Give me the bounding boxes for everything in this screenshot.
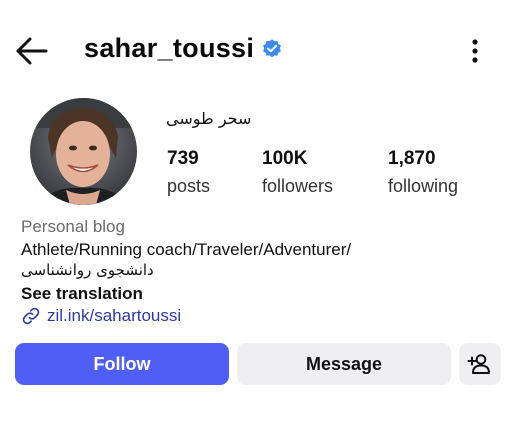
add-person-icon (467, 354, 490, 374)
posts-label: posts (167, 176, 211, 196)
see-translation-link[interactable]: See translation (21, 284, 143, 304)
back-button[interactable] (14, 34, 50, 68)
avatar-photo (30, 98, 137, 205)
display-name: سحر طوسی (166, 109, 252, 128)
avatar[interactable] (30, 98, 137, 205)
verified-badge-icon (263, 38, 282, 57)
profile-category: Personal blog (21, 217, 125, 236)
bio-line-2: دانشجوی روانشناسی (21, 261, 154, 279)
more-options-button[interactable] (465, 36, 485, 66)
bio-link-text: zil.ink/sahartoussi (47, 306, 182, 325)
username: sahar_toussi (84, 33, 255, 63)
posts-count: 739 (167, 148, 199, 169)
stat-posts[interactable]: 739 posts (167, 147, 210, 199)
stat-following[interactable]: 1,870 following (388, 147, 458, 199)
following-count: 1,870 (388, 148, 436, 169)
username-group: sahar_toussi (84, 33, 283, 64)
followers-count: 100K (262, 148, 308, 169)
stat-followers[interactable]: 100K followers (262, 147, 333, 199)
link-icon (22, 307, 40, 325)
following-label: following (388, 176, 459, 196)
profile-header: sahar_toussi (0, 0, 517, 100)
message-button[interactable]: Message (237, 343, 451, 385)
bio-link[interactable]: zil.ink/sahartoussi (21, 306, 181, 326)
followers-label: followers (262, 176, 334, 196)
follow-button[interactable]: Follow (15, 343, 229, 385)
suggest-people-button[interactable] (459, 343, 501, 385)
kebab-menu-icon (472, 39, 478, 63)
arrow-left-icon (16, 37, 48, 65)
bio-line-1: Athlete/Running coach/Traveler/Adventure… (21, 240, 352, 259)
